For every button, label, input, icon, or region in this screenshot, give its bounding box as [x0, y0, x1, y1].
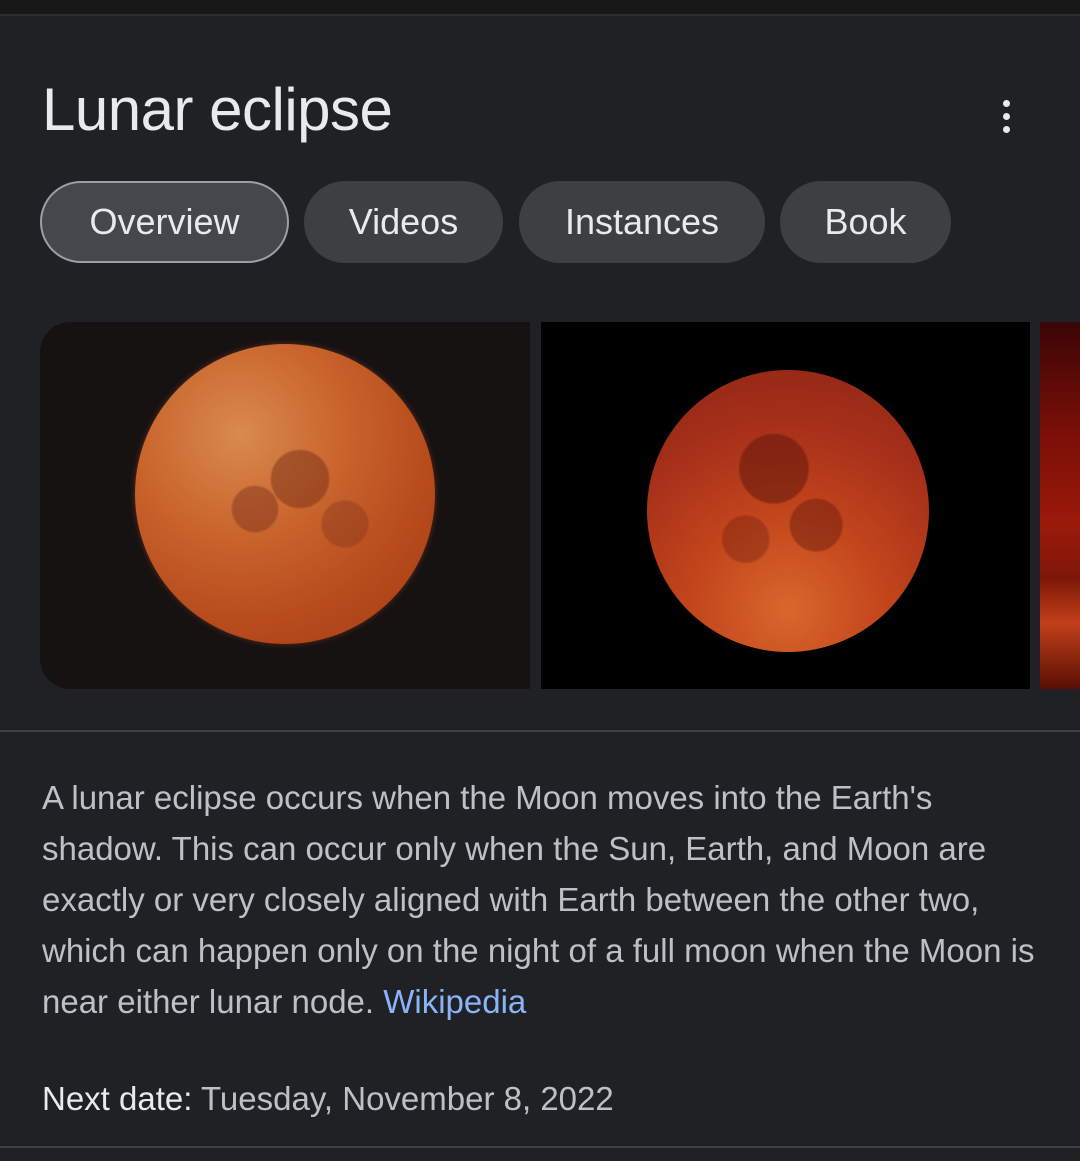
- tab-instances[interactable]: Instances: [519, 181, 765, 263]
- wikipedia-link[interactable]: Wikipedia: [383, 983, 526, 1020]
- moon-image-1[interactable]: [40, 322, 530, 689]
- tab-overview[interactable]: Overview: [40, 181, 289, 263]
- status-bar: [0, 0, 1080, 16]
- next-date-row: Next date: Tuesday, November 8, 2022: [42, 1076, 614, 1122]
- next-date-value: Tuesday, November 8, 2022: [201, 1080, 614, 1117]
- description-text: A lunar eclipse occurs when the Moon mov…: [42, 779, 1035, 1020]
- red-moon-graphic: [135, 344, 435, 644]
- moon-image-2[interactable]: [541, 322, 1030, 689]
- tab-videos[interactable]: Videos: [304, 181, 503, 263]
- divider: [0, 1146, 1080, 1148]
- description: A lunar eclipse occurs when the Moon mov…: [42, 772, 1042, 1027]
- tab-book[interactable]: Book: [780, 181, 951, 263]
- more-vert-icon: [1002, 99, 1010, 133]
- red-moon-graphic: [647, 370, 929, 652]
- page-title: Lunar eclipse: [42, 76, 393, 143]
- divider: [0, 730, 1080, 732]
- moon-image-3-partial[interactable]: [1040, 322, 1080, 689]
- image-carousel[interactable]: [40, 322, 1080, 690]
- next-date-label: Next date:: [42, 1080, 193, 1117]
- more-options-button[interactable]: [982, 88, 1030, 144]
